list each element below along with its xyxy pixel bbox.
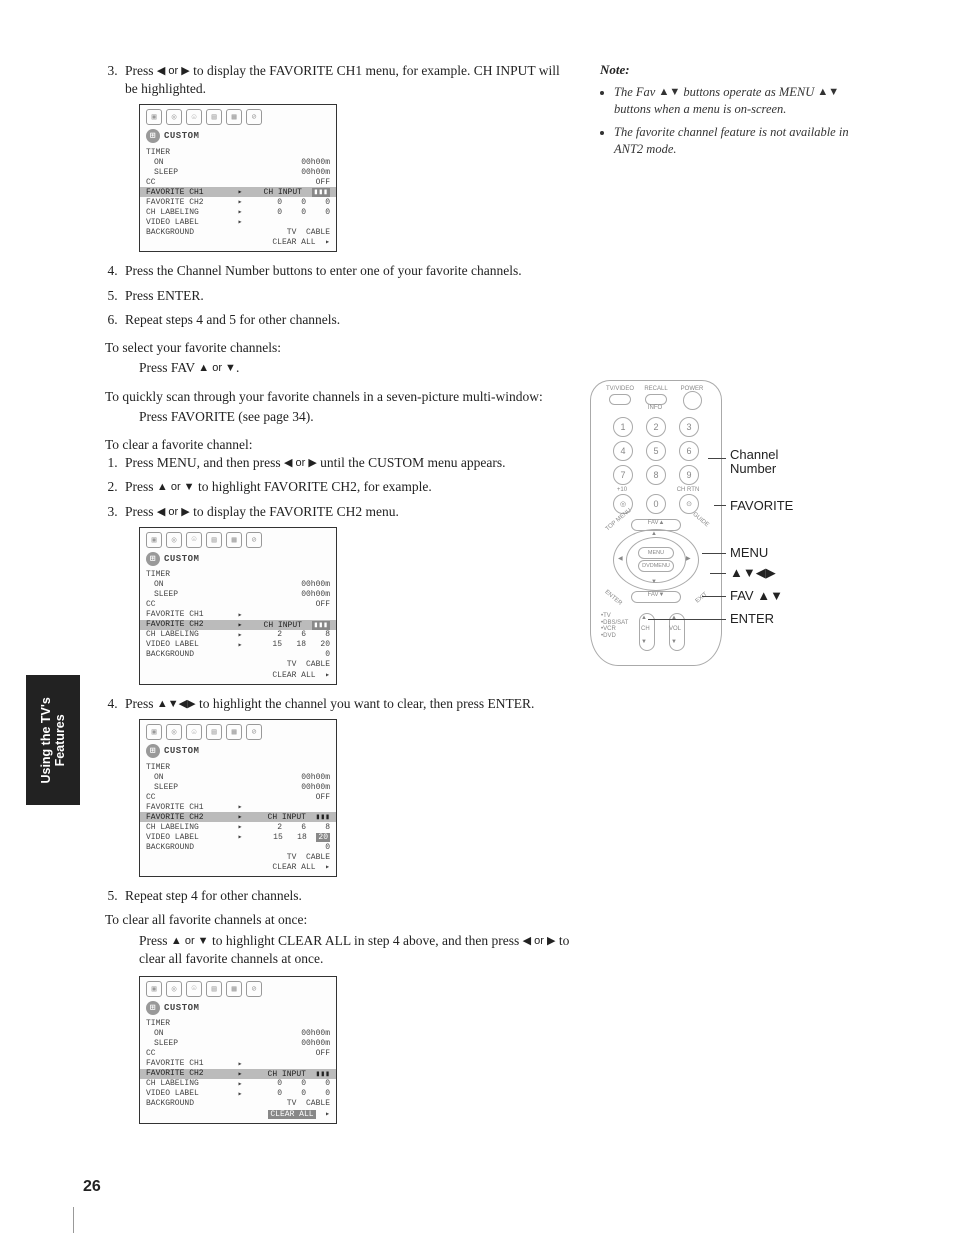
steps-top: Press ◀ or ▶ to display the FAVORITE CH1…	[121, 62, 575, 98]
leader-line	[708, 458, 726, 459]
note-item-1: The Fav ▲▼ buttons operate as MENU ▲▼ bu…	[614, 84, 860, 118]
step-3: Press ◀ or ▶ to display the FAVORITE CH1…	[121, 62, 575, 98]
leader-line	[648, 619, 726, 620]
note-item-2: The favorite channel feature is not avai…	[614, 124, 860, 158]
clear-steps-c: Repeat step 4 for other channels.	[121, 887, 575, 905]
clear-step-2: Press ▲ or ▼ to highlight FAVORITE CH2, …	[121, 478, 575, 496]
clear-heading: To clear a favorite channel:	[105, 436, 575, 454]
scan-heading: To quickly scan through your favorite ch…	[105, 388, 575, 406]
callout-channel-number: ChannelNumber	[730, 448, 778, 477]
select-line: Press FAV ▲ or ▼.	[139, 359, 575, 377]
clear-all-line: Press ▲ or ▼ to highlight CLEAR ALL in s…	[139, 932, 575, 968]
leader-line	[702, 596, 726, 597]
osd-screenshot-3: ▣◎☺▤▦⊘ ⊞CUSTOM TIMER ON00h00m SLEEP00h00…	[139, 719, 337, 877]
note-column: Note: The Fav ▲▼ buttons operate as MENU…	[600, 62, 860, 164]
note-list: The Fav ▲▼ buttons operate as MENU ▲▼ bu…	[600, 84, 860, 158]
page-number: 26	[83, 1178, 101, 1196]
leader-line	[702, 553, 726, 554]
callout-enter: ENTER	[730, 611, 774, 626]
clear-steps-b: Press ▲▼◀▶ to highlight the channel you …	[121, 695, 575, 713]
arrow-up-down-icon: ▲ or ▼	[198, 362, 236, 374]
callout-arrows: ▲▼◀▶	[730, 565, 776, 581]
osd-screenshot-1: ▣◎☺▤▦⊘ ⊞CUSTOM TIMER ON00h00m SLEEP00h00…	[139, 104, 337, 252]
crop-mark	[73, 1207, 74, 1233]
clear-steps-a: Press MENU, and then press ◀ or ▶ until …	[121, 454, 575, 521]
osd-screenshot-2: ▣◎☺▤▦⊘ ⊞CUSTOM TIMER ON00h00m SLEEP00h00…	[139, 527, 337, 685]
step-6: Repeat steps 4 and 5 for other channels.	[121, 311, 575, 329]
leader-line	[710, 573, 726, 574]
osd-screenshot-4: ▣◎☺▤▦⊘ ⊞CUSTOM TIMER ON00h00m SLEEP00h00…	[139, 976, 337, 1124]
steps-top-continued: Press the Channel Number buttons to ente…	[121, 262, 575, 329]
clear-step-4: Press ▲▼◀▶ to highlight the channel you …	[121, 695, 575, 713]
main-column: Press ◀ or ▶ to display the FAVORITE CH1…	[105, 62, 575, 1134]
callout-fav-ab: FAV ▲▼	[730, 588, 783, 603]
step-4: Press the Channel Number buttons to ente…	[121, 262, 575, 280]
osd-tab-icons: ▣◎☺▤▦⊘	[140, 105, 336, 127]
note-heading: Note:	[600, 62, 860, 78]
arrow-left-right-icon: ◀ or ▶	[157, 65, 190, 77]
step-5: Press ENTER.	[121, 287, 575, 305]
callout-favorite: FAVORITE	[730, 498, 793, 513]
leader-line	[714, 505, 726, 506]
clear-all-heading: To clear all favorite channels at once:	[105, 911, 575, 929]
clear-step-5: Repeat step 4 for other channels.	[121, 887, 575, 905]
remote-diagram: TV/VIDEO RECALL POWER INFO 1 2 3 4 5 6 7…	[590, 380, 722, 666]
clear-step-3: Press ◀ or ▶ to display the FAVORITE CH2…	[121, 503, 575, 521]
clear-step-1: Press MENU, and then press ◀ or ▶ until …	[121, 454, 575, 472]
scan-line: Press FAVORITE (see page 34).	[139, 408, 575, 426]
select-heading: To select your favorite channels:	[105, 339, 575, 357]
callout-menu: MENU	[730, 545, 768, 560]
section-tab: Using the TV'sFeatures	[26, 675, 80, 805]
